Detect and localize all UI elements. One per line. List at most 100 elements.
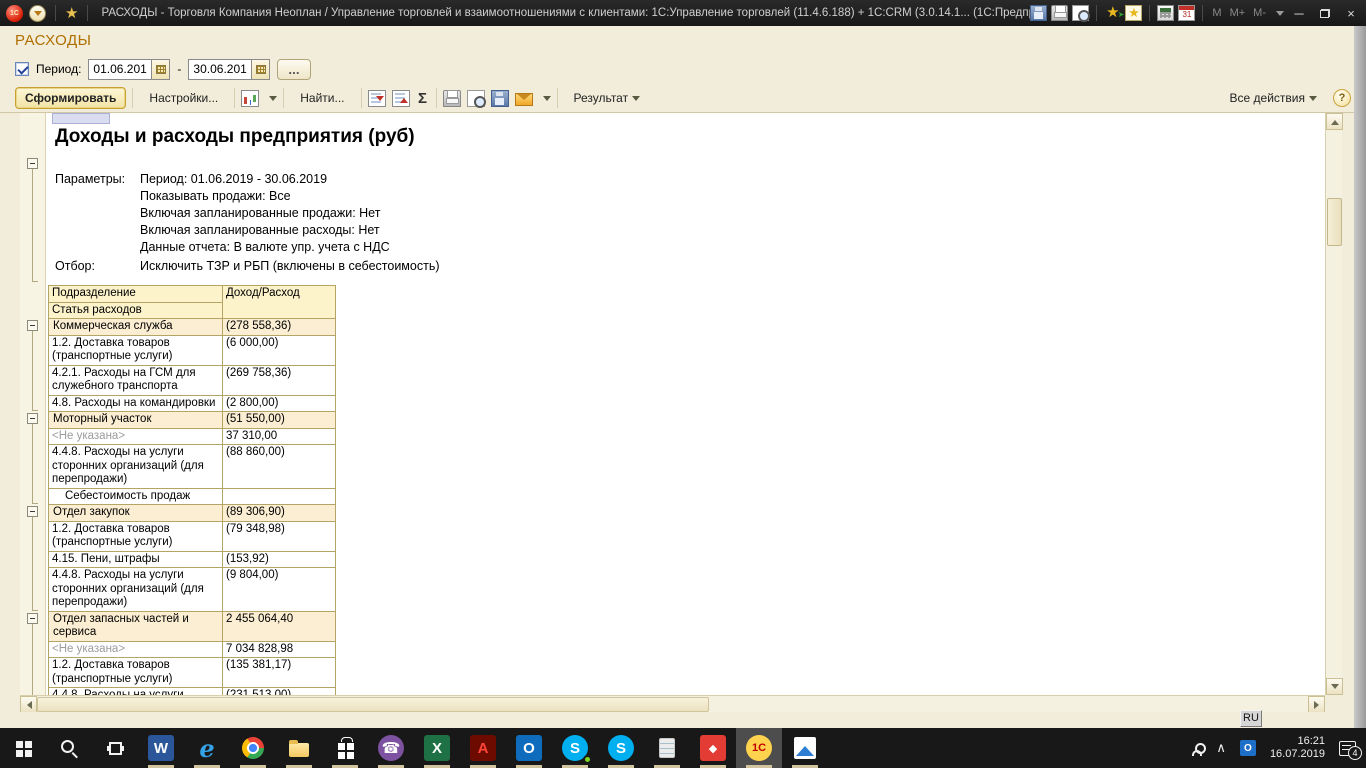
minimize-button[interactable]: ─ <box>1288 6 1310 21</box>
column-header-income-expense[interactable]: Доход/Расход <box>223 286 336 319</box>
cell-amount[interactable]: (2 800,00) <box>223 395 336 412</box>
group-row[interactable]: Отдел запасных частей и сервиса2 455 064… <box>49 611 336 641</box>
cell-expense-item[interactable]: 1.2. Доставка товаров (транспортные услу… <box>49 335 223 365</box>
word-icon[interactable]: W <box>138 728 184 768</box>
period-from-input[interactable] <box>89 60 151 79</box>
cell-amount[interactable]: 37 310,00 <box>223 428 336 445</box>
outlook-tray-icon[interactable]: O <box>1240 740 1256 756</box>
cell-expense-item[interactable]: 4.4.8. Расходы на услуги сторонних орган… <box>49 568 223 612</box>
action-center-icon[interactable]: 4 <box>1339 741 1356 756</box>
generate-report-button[interactable]: Сформировать <box>15 87 126 109</box>
cell-expense-item[interactable]: 4.2.1. Расходы на ГСМ для служебного тра… <box>49 365 223 395</box>
table-row[interactable]: 4.15. Пени, штрафы(153,92) <box>49 551 336 568</box>
collapse-group-toggle[interactable] <box>27 158 38 169</box>
table-row[interactable]: 4.4.8. Расходы на услуги сторонних орган… <box>49 688 336 696</box>
language-indicator[interactable]: RU <box>1240 710 1262 727</box>
print-preview-icon[interactable] <box>1072 5 1089 21</box>
cell-amount[interactable]: 2 455 064,40 <box>223 611 336 641</box>
column-header-division[interactable]: Подразделение <box>49 286 223 303</box>
file-explorer-icon[interactable] <box>276 728 322 768</box>
favorites-star-icon[interactable]: ★ <box>65 6 78 21</box>
cell-expense-item[interactable]: Отдел закупок <box>49 505 223 522</box>
vertical-scroll-thumb[interactable] <box>1327 198 1342 246</box>
table-row[interactable]: 4.8. Расходы на командировки(2 800,00) <box>49 395 336 412</box>
cell-amount[interactable]: (89 306,90) <box>223 505 336 522</box>
print-preview-icon[interactable] <box>467 90 485 107</box>
table-row[interactable]: Себестоимость продаж <box>49 488 336 505</box>
memory-m-button[interactable]: M <box>1210 7 1223 19</box>
cell-amount[interactable]: (51 550,00) <box>223 412 336 429</box>
send-email-icon[interactable] <box>515 93 533 106</box>
cell-expense-item[interactable]: Моторный участок <box>49 412 223 429</box>
store-icon[interactable] <box>322 728 368 768</box>
start-button[interactable] <box>0 728 46 768</box>
all-actions-button[interactable]: Все действия <box>1220 87 1327 109</box>
collapse-group-toggle[interactable] <box>27 613 38 624</box>
date-picker-button[interactable] <box>151 60 169 79</box>
table-row[interactable]: <Не указана>7 034 828,98 <box>49 641 336 658</box>
collapse-groups-icon[interactable] <box>392 90 410 107</box>
restore-button[interactable] <box>1314 6 1336 21</box>
acrobat-icon[interactable]: A <box>460 728 506 768</box>
table-row[interactable]: 4.2.1. Расходы на ГСМ для служебного тра… <box>49 365 336 395</box>
date-picker-button[interactable] <box>251 60 269 79</box>
selected-cell[interactable] <box>52 113 110 124</box>
help-button[interactable]: ? <box>1333 89 1351 107</box>
1c-app-icon[interactable]: 1С <box>6 5 23 22</box>
scroll-left-button[interactable] <box>20 696 37 713</box>
print-icon[interactable] <box>443 90 461 107</box>
diamonds-app-icon[interactable]: ◆ <box>690 728 736 768</box>
skype-icon[interactable]: S <box>552 728 598 768</box>
cell-amount[interactable]: (269 758,36) <box>223 365 336 395</box>
settings-button[interactable]: Настройки... <box>139 87 228 109</box>
1c-enterprise-icon[interactable]: 1С <box>736 728 782 768</box>
print-icon[interactable] <box>1051 5 1068 21</box>
period-more-button[interactable]: ... <box>277 59 310 80</box>
photos-icon[interactable] <box>782 728 828 768</box>
collapse-group-toggle[interactable] <box>27 320 38 331</box>
cell-amount[interactable]: (6 000,00) <box>223 335 336 365</box>
group-row[interactable]: Моторный участок(51 550,00) <box>49 412 336 429</box>
cell-expense-item[interactable]: 1.2. Доставка товаров (транспортные услу… <box>49 658 223 688</box>
favorites-icon[interactable]: ★ <box>1125 5 1142 21</box>
cell-amount[interactable]: (153,92) <box>223 551 336 568</box>
calculator-icon[interactable] <box>1157 5 1174 21</box>
save-icon[interactable] <box>1030 5 1047 21</box>
cell-expense-item[interactable]: <Не указана> <box>49 428 223 445</box>
period-checkbox[interactable] <box>15 62 29 76</box>
cell-expense-item[interactable]: 4.8. Расходы на командировки <box>49 395 223 412</box>
chrome-icon[interactable] <box>230 728 276 768</box>
edge-icon[interactable]: e <box>184 728 230 768</box>
cell-expense-item[interactable]: 4.4.8. Расходы на услуги сторонних орган… <box>49 445 223 489</box>
table-row[interactable]: 4.4.8. Расходы на услуги сторонних орган… <box>49 445 336 489</box>
cell-amount[interactable]: (88 860,00) <box>223 445 336 489</box>
chevron-down-icon[interactable] <box>269 96 277 105</box>
expand-groups-icon[interactable] <box>368 90 386 107</box>
horizontal-scrollbar[interactable] <box>20 695 1325 712</box>
vertical-scrollbar[interactable] <box>1325 113 1342 695</box>
column-header-expense-item[interactable]: Статья расходов <box>49 302 223 319</box>
task-view-button[interactable] <box>92 728 138 768</box>
search-button[interactable] <box>46 728 92 768</box>
cell-amount[interactable]: (278 558,36) <box>223 319 336 336</box>
cell-amount[interactable]: (9 804,00) <box>223 568 336 612</box>
cell-expense-item[interactable]: Отдел запасных частей и сервиса <box>49 611 223 641</box>
outlook-icon[interactable]: O <box>506 728 552 768</box>
tray-expand-chevron-icon[interactable]: ∧ <box>1216 740 1226 756</box>
report-variants-icon[interactable] <box>241 90 259 107</box>
chevron-down-icon[interactable] <box>543 96 551 105</box>
memory-m-minus-button[interactable]: M- <box>1251 7 1268 19</box>
table-row[interactable]: 1.2. Доставка товаров (транспортные услу… <box>49 521 336 551</box>
cell-amount[interactable]: (79 348,98) <box>223 521 336 551</box>
main-menu-dropdown-button[interactable] <box>29 5 46 22</box>
result-menu-button[interactable]: Результат <box>564 87 651 109</box>
cell-expense-item[interactable]: 1.2. Доставка товаров (транспортные услу… <box>49 521 223 551</box>
scroll-up-button[interactable] <box>1326 113 1343 130</box>
cell-expense-item[interactable]: Коммерческая служба <box>49 319 223 336</box>
memory-m-plus-button[interactable]: M+ <box>1228 7 1248 19</box>
horizontal-scroll-thumb[interactable] <box>37 697 709 712</box>
chevron-down-icon[interactable] <box>1276 11 1284 20</box>
calendar-icon[interactable]: 31 <box>1178 5 1195 21</box>
scroll-right-button[interactable] <box>1308 696 1325 713</box>
people-tray-icon[interactable] <box>1192 750 1202 756</box>
